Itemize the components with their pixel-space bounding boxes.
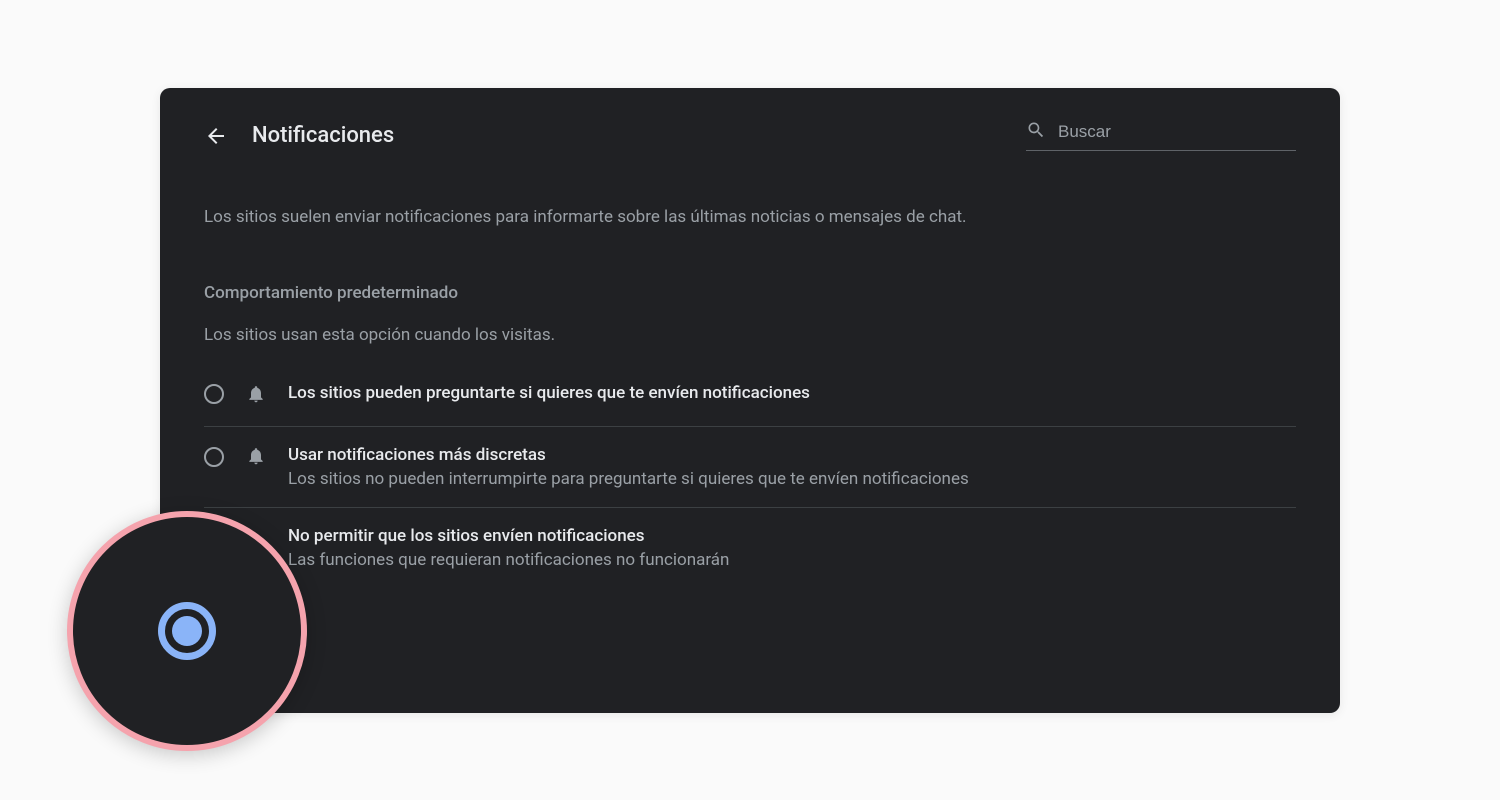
intro-text: Los sitios suelen enviar notificaciones … — [204, 207, 1296, 227]
radio-unselected-icon[interactable] — [204, 384, 224, 404]
section-heading: Comportamiento predeterminado — [204, 283, 1296, 303]
option-title: Los sitios pueden preguntarte si quieres… — [288, 383, 1296, 403]
bell-icon — [246, 384, 266, 408]
option-block[interactable]: No permitir que los sitios envíen notifi… — [204, 508, 1296, 588]
settings-panel: Notificaciones Los sitios suelen enviar … — [160, 88, 1340, 713]
search-container[interactable] — [1026, 120, 1296, 151]
back-button[interactable] — [204, 124, 228, 148]
option-description: Los sitios no pueden interrumpirte para … — [288, 469, 1296, 489]
radio-unselected-icon[interactable] — [204, 446, 224, 466]
search-input[interactable] — [1058, 122, 1296, 142]
option-quieter[interactable]: Usar notificaciones más discretas Los si… — [204, 427, 1296, 508]
option-content: Usar notificaciones más discretas Los si… — [288, 445, 1296, 489]
arrow-left-icon — [204, 124, 228, 148]
option-description: Las funciones que requieran notificacion… — [288, 550, 1296, 570]
option-title: No permitir que los sitios envíen notifi… — [288, 526, 1296, 546]
header-left: Notificaciones — [204, 123, 394, 148]
radio-selected-magnified-icon — [158, 602, 216, 660]
page-title: Notificaciones — [252, 123, 394, 148]
search-icon — [1026, 120, 1046, 144]
option-ask[interactable]: Los sitios pueden preguntarte si quieres… — [204, 365, 1296, 427]
option-title: Usar notificaciones más discretas — [288, 445, 1296, 465]
panel-header: Notificaciones — [204, 120, 1296, 151]
magnifier-highlight — [67, 511, 307, 751]
bell-icon — [246, 446, 266, 470]
option-content: Los sitios pueden preguntarte si quieres… — [288, 383, 1296, 403]
option-content: No permitir que los sitios envíen notifi… — [288, 526, 1296, 570]
section-subtext: Los sitios usan esta opción cuando los v… — [204, 325, 1296, 345]
